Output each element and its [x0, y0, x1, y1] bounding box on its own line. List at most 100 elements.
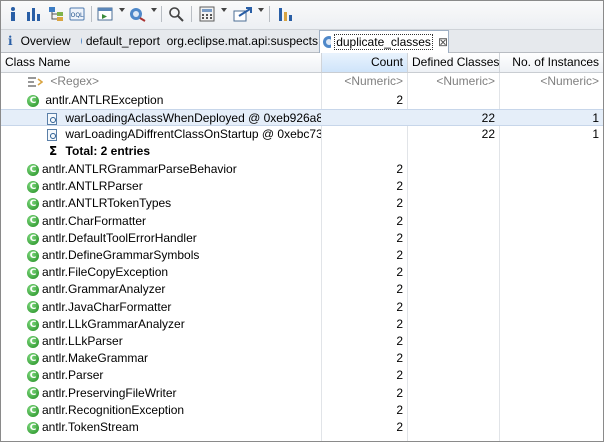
class-name: antlr.FileCopyException [42, 265, 169, 280]
count-filter-input[interactable]: <Numeric> [322, 73, 407, 90]
svg-text:OQL: OQL [71, 12, 84, 19]
calculator-dropdown[interactable] [221, 8, 227, 12]
info-icon[interactable] [5, 5, 21, 23]
class-name: antlr.GrammarAnalyzer [42, 282, 166, 297]
table-row[interactable]: Cantlr.DefineGrammarSymbols 2 [1, 247, 603, 264]
table-row[interactable]: Cantlr.CharFormatter 2 [1, 213, 603, 230]
table-row[interactable]: Cantlr.PreservingFileWriter 2 [1, 385, 603, 402]
heap-dump-overview-icon[interactable] [128, 5, 148, 23]
table-row[interactable]: Cantlr.JavaCharFormatter 2 [1, 299, 603, 316]
count-value: 2 [396, 385, 403, 400]
calculator-icon[interactable] [197, 5, 217, 23]
defined-classes-value: 22 [481, 111, 495, 125]
class-icon: C [27, 198, 39, 211]
histogram-icon[interactable] [25, 5, 43, 23]
toolbar-separator [161, 6, 162, 22]
tab-default-report[interactable]: default_report org.eclipse.mat.api:suspe… [78, 31, 318, 51]
table-row[interactable]: Cantlr.ANTLRTokenTypes 2 [1, 195, 603, 212]
class-icon: C [27, 353, 39, 366]
query-browser-dropdown[interactable] [119, 8, 125, 12]
editor-tabs: i Overview default_report org.eclipse.ma… [1, 30, 603, 53]
table-row[interactable]: Cantlr.RecognitionException 2 [1, 402, 603, 419]
class-icon: C [27, 301, 39, 314]
column-header-count[interactable]: Count [322, 53, 408, 72]
tab-label: Overview [20, 34, 71, 48]
search-icon[interactable] [167, 5, 185, 23]
column-header-class-name[interactable]: Class Name [1, 53, 322, 72]
total-row: Σ Total: 2 entries [1, 143, 603, 160]
table-row[interactable]: Cantlr.Parser 2 [1, 367, 603, 384]
table-row[interactable]: Cantlr.GrammarAnalyzer 2 [1, 281, 603, 298]
table-row-expanded[interactable]: C antlr.ANTLRException 2 [1, 92, 603, 109]
class-name: antlr.ANTLRException [45, 93, 164, 107]
child-row[interactable]: warLoadingADiffrentClassOnStartup @ 0xeb… [1, 126, 603, 143]
export-dropdown[interactable] [258, 8, 264, 12]
class-name: antlr.DefaultToolErrorHandler [42, 230, 197, 245]
class-icon: C [27, 215, 39, 228]
table-row[interactable]: Cantlr.TokenStream 2 [1, 419, 603, 436]
heap-dump-icon [323, 36, 332, 48]
class-name: antlr.ANTLRParser [42, 179, 143, 194]
class-icon: C [27, 318, 39, 331]
toolbar-separator [91, 6, 92, 22]
toolbar-separator [191, 6, 192, 22]
group-by-icon[interactable] [276, 5, 296, 23]
filter-row: <Regex> <Numeric> <Numeric> <Numeric> [1, 73, 603, 90]
class-name: antlr.Parser [42, 368, 104, 383]
table-row[interactable]: Cantlr.ANTLRGrammarParseBehavior 2 [1, 161, 603, 178]
classloader-name: warLoadingADiffrentClassOnStartup @ 0xeb… [65, 127, 321, 141]
oql-icon[interactable]: OQL [68, 5, 86, 23]
count-value: 2 [396, 248, 403, 262]
count-value: 2 [396, 179, 403, 194]
sum-icon: Σ [49, 144, 58, 158]
class-name: antlr.LLkParser [42, 334, 123, 348]
class-name: antlr.CharFormatter [42, 213, 147, 228]
count-value: 2 [396, 316, 403, 331]
heap-dump-overview-dropdown[interactable] [151, 8, 157, 12]
class-name: antlr.JavaCharFormatter [42, 299, 172, 314]
class-name: antlr.MakeGrammar [42, 351, 149, 366]
table-row[interactable]: Cantlr.FileCopyException 2 [1, 264, 603, 281]
tab-duplicate-classes[interactable]: duplicate_classes ⊠ [319, 30, 449, 53]
table-row[interactable]: Cantlr.LLkParser 2 [1, 333, 603, 350]
class-icon: C [27, 335, 39, 348]
tab-overview[interactable]: i Overview [5, 31, 77, 51]
count-value: 2 [396, 420, 403, 434]
class-name: antlr.TokenStream [42, 420, 139, 434]
class-icon: C [27, 404, 39, 417]
export-icon[interactable] [232, 5, 254, 23]
class-name: antlr.PreservingFileWriter [42, 385, 177, 400]
info-icon: i [8, 34, 13, 48]
table-row[interactable]: Cantlr.DefaultToolErrorHandler 2 [1, 230, 603, 247]
class-name: antlr.ANTLRGrammarParseBehavior [42, 162, 237, 176]
toolbar: OQL [1, 1, 603, 30]
column-header-defined-classes[interactable]: Defined Classes [408, 53, 500, 72]
class-name: antlr.DefineGrammarSymbols [42, 248, 200, 262]
class-icon: C [27, 370, 39, 383]
regex-filter-input[interactable]: <Regex> [50, 74, 99, 88]
instances-filter-input[interactable]: <Numeric> [500, 73, 603, 90]
count-value: 2 [396, 334, 403, 348]
count-value: 2 [396, 265, 403, 280]
class-icon: C [27, 284, 39, 297]
column-header-instances[interactable]: No. of Instances [500, 53, 603, 72]
count-value: 2 [396, 196, 403, 211]
class-icon: C [27, 94, 39, 107]
defined-classes-filter-input[interactable]: <Numeric> [408, 73, 499, 90]
table-header: Class Name Count Defined Classes No. of … [1, 53, 603, 73]
instances-value: 1 [592, 111, 599, 125]
child-row[interactable]: warLoadingAclassWhenDeployed @ 0xeb926a8… [1, 109, 603, 126]
class-name: antlr.ANTLRTokenTypes [42, 196, 172, 211]
class-icon: C [27, 387, 39, 400]
table-row[interactable]: Cantlr.ANTLRParser 2 [1, 178, 603, 195]
dominator-tree-icon[interactable] [47, 5, 65, 23]
class-icon: C [27, 267, 39, 280]
count-value: 2 [396, 402, 403, 417]
close-icon[interactable]: ⊠ [438, 35, 448, 49]
query-browser-icon[interactable] [96, 5, 114, 23]
classloader-name: warLoadingAclassWhenDeployed @ 0xeb926a8… [65, 111, 321, 125]
table-row[interactable]: Cantlr.MakeGrammar 2 [1, 350, 603, 367]
classloader-icon [47, 112, 57, 125]
count-value: 2 [396, 230, 403, 245]
table-row[interactable]: Cantlr.LLkGrammarAnalyzer 2 [1, 316, 603, 333]
